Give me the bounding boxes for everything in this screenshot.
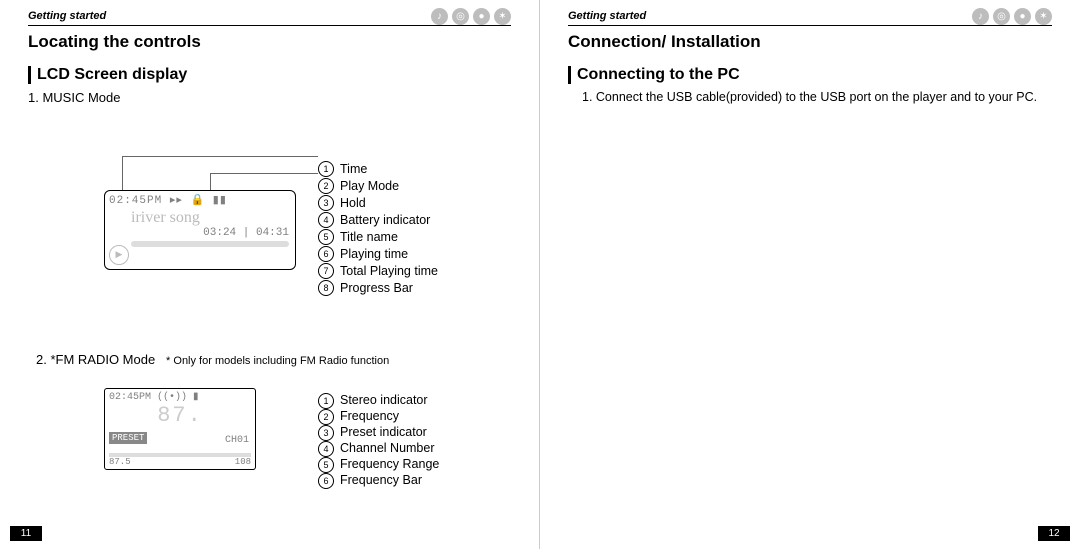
disc-icon: ◎ xyxy=(993,8,1010,25)
page-title: Connection/ Installation xyxy=(568,32,1052,52)
gear-icon: ✶ xyxy=(494,8,511,25)
manual-page-left: Getting started ♪ ◎ ● ✶ Locating the con… xyxy=(0,0,540,549)
mode2-note: * Only for models including FM Radio fun… xyxy=(166,355,389,367)
fm-callouts: 1Stereo indicator 2Frequency 3Preset ind… xyxy=(318,393,439,489)
manual-page-right: Getting started ♪ ◎ ● ✶ Connection/ Inst… xyxy=(540,0,1080,549)
header-rule xyxy=(568,25,1052,26)
disc-icon: ◎ xyxy=(452,8,469,25)
lcd-clock: 02:45PM xyxy=(109,195,162,207)
music-lcd: 02:45PM ▸▸ 🔒 ▮▮ iriver song 03:24 | 04:3… xyxy=(104,190,296,270)
header-rule xyxy=(28,25,511,26)
page-number-right: 12 xyxy=(1038,526,1070,541)
lcd-title: iriver song xyxy=(105,209,295,227)
dot-icon: ● xyxy=(1014,8,1031,25)
mode1-heading: 1. MUSIC Mode xyxy=(28,90,511,105)
gear-icon: ✶ xyxy=(1035,8,1052,25)
play-icon: ▶ xyxy=(109,245,129,265)
header-icons: ♪ ◎ ● ✶ xyxy=(431,8,511,25)
fm-lcd: 02:45PM ((•)) ▮ 87. PRESET CH01 87.5108 xyxy=(104,388,256,470)
page-title: Locating the controls xyxy=(28,32,511,52)
page-number-left: 11 xyxy=(10,526,42,541)
section-heading: Connecting to the PC xyxy=(568,66,1052,84)
mode2-heading: 2. *FM RADIO Mode xyxy=(36,352,155,367)
lcd-progress-bar xyxy=(131,241,289,247)
music-icon: ♪ xyxy=(972,8,989,25)
music-callouts: 1Time 2Play Mode 3Hold 4Battery indicato… xyxy=(318,160,438,296)
step1-text: 1. Connect the USB cable(provided) to th… xyxy=(582,90,1052,106)
section-heading: LCD Screen display xyxy=(28,66,511,84)
dot-icon: ● xyxy=(473,8,490,25)
header-icons: ♪ ◎ ● ✶ xyxy=(972,8,1052,25)
music-icon: ♪ xyxy=(431,8,448,25)
